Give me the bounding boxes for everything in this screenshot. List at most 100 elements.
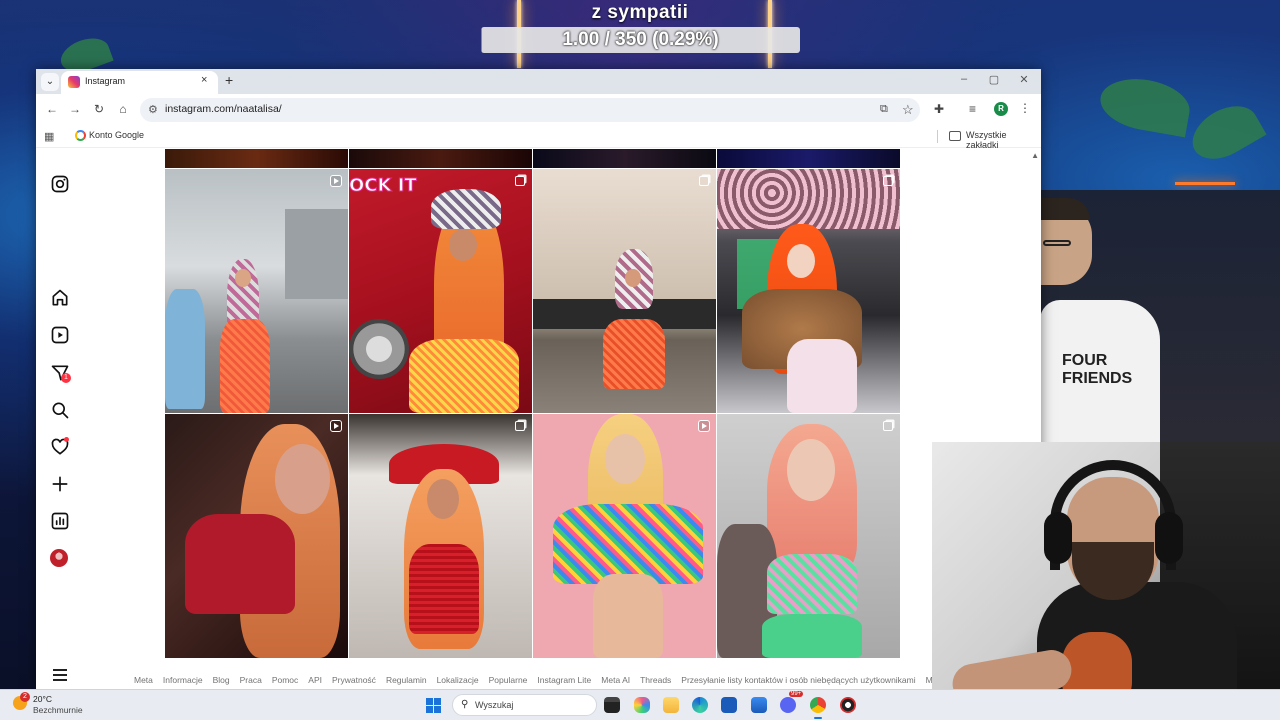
start-button[interactable] (426, 698, 441, 713)
notifications-heart-icon[interactable] (50, 437, 70, 457)
tab-close-button[interactable]: × (201, 74, 207, 86)
footer-link[interactable]: Przesyłanie listy kontaktów i osób niebę… (681, 675, 915, 687)
post-tile[interactable]: OCK IT (349, 169, 532, 413)
tab-instagram[interactable]: Instagram × (61, 71, 218, 94)
instagram-sidebar: 1 (36, 149, 86, 689)
footer-link[interactable]: Instagram Lite (537, 675, 591, 687)
post-tile[interactable] (165, 149, 348, 168)
post-tile[interactable] (533, 169, 716, 413)
browser-menu-icon[interactable]: ⋮ (1019, 101, 1031, 115)
maximize-button[interactable]: ▢ (984, 73, 1004, 86)
tab-search-button[interactable]: ⌄ (41, 73, 59, 91)
chrome-icon[interactable] (810, 697, 826, 713)
windows-taskbar: 2 20°C Bezchmurnie ⚲ Wyszukaj 99+ (0, 689, 1280, 720)
forward-arrow-icon[interactable]: → (67, 102, 83, 116)
browser-toolbar: ← → ↻ ⌂ ⚙ instagram.com/naatalisa/ ⧉ ☆ ✚… (36, 94, 1041, 126)
post-tile[interactable] (533, 414, 716, 658)
search-icon[interactable] (50, 400, 70, 420)
footer-link[interactable]: Meta (134, 675, 153, 687)
post-tile[interactable] (165, 169, 348, 413)
footer-link[interactable]: Informacje (163, 675, 203, 687)
torso (593, 574, 663, 658)
post-tile[interactable] (717, 414, 900, 658)
face (605, 434, 645, 484)
footer-link[interactable]: API (308, 675, 322, 687)
footer-link[interactable]: Regulamin (386, 675, 427, 687)
footer-link[interactable]: Blog (213, 675, 230, 687)
post-tile[interactable] (349, 414, 532, 658)
dancer-figure (165, 289, 205, 409)
create-icon[interactable] (50, 474, 70, 494)
taskbar-search-box[interactable]: ⚲ Wyszukaj (452, 694, 597, 716)
profile-avatar[interactable] (50, 549, 70, 569)
car-wheel (349, 319, 409, 379)
reload-icon[interactable]: ↻ (91, 102, 107, 116)
post-tile[interactable] (349, 149, 532, 168)
outlook-icon[interactable] (721, 697, 737, 713)
footer-link[interactable]: Threads (640, 675, 671, 687)
minimize-button[interactable]: – (954, 73, 974, 85)
footer-link[interactable]: Prywatność (332, 675, 376, 687)
footer-link[interactable]: Praca (240, 675, 262, 687)
footer-link[interactable]: Pomoc (272, 675, 298, 687)
home-icon[interactable] (50, 288, 70, 308)
webcam-overlay (932, 442, 1280, 720)
media-controls-icon[interactable]: ≡ (969, 102, 976, 116)
face (275, 444, 330, 514)
dancer-figure (220, 319, 270, 413)
back-arrow-icon[interactable]: ← (44, 102, 60, 116)
close-window-button[interactable]: ✕ (1014, 73, 1034, 86)
weather-badge: 2 (20, 692, 30, 702)
stream-goal-title: z sympatii (591, 2, 689, 23)
post-overlay-text: OCK IT (349, 175, 417, 197)
post-tile[interactable] (717, 169, 900, 413)
search-icon: ⚲ (461, 699, 469, 710)
scrollbar-up-arrow[interactable]: ▲ (1031, 151, 1039, 160)
all-bookmarks-button[interactable]: Wszystkie zakładki (966, 130, 1041, 150)
post-tile[interactable] (533, 149, 716, 168)
weather-description[interactable]: Bezchmurnie (33, 705, 83, 715)
face (625, 269, 641, 287)
task-view-icon[interactable] (604, 697, 620, 713)
footer-link[interactable]: Lokalizacje (437, 675, 479, 687)
instagram-favicon-icon (68, 76, 80, 88)
obs-icon[interactable] (840, 697, 856, 713)
profile-avatar-image (50, 549, 68, 567)
file-explorer-icon[interactable] (663, 697, 679, 713)
more-menu-icon[interactable] (53, 669, 67, 684)
messages-icon[interactable]: 1 (50, 363, 71, 383)
bookmark-star-icon[interactable]: ☆ (902, 102, 914, 118)
footer-link[interactable]: Popularne (489, 675, 528, 687)
carousel-icon (699, 176, 709, 186)
new-tab-button[interactable]: + (225, 72, 233, 88)
weather-temperature[interactable]: 20°C (33, 694, 52, 704)
messages-badge: 1 (61, 373, 71, 383)
apps-grid-icon[interactable]: ▦ (44, 130, 54, 143)
site-info-icon[interactable]: ⚙ (148, 103, 158, 116)
edge-icon[interactable] (692, 697, 708, 713)
discord-icon[interactable]: 99+ (780, 691, 804, 713)
folder-icon (949, 131, 961, 141)
microsoft-store-icon[interactable] (751, 697, 767, 713)
headset-earcup-right (1155, 512, 1183, 564)
outfit (409, 339, 519, 413)
reels-icon[interactable] (50, 325, 70, 345)
stream-goal-progress-text: 1.00 / 350 (0.29%) (562, 29, 719, 50)
footer-link[interactable]: Meta AI (601, 675, 630, 687)
copilot-icon[interactable] (634, 697, 650, 713)
post-tile[interactable] (717, 149, 900, 168)
profile-avatar[interactable]: R (994, 102, 1008, 116)
url-text[interactable]: instagram.com/naatalisa/ (165, 103, 282, 115)
install-app-icon[interactable]: ⧉ (880, 103, 888, 116)
bookmark-google-account[interactable]: Konto Google (89, 130, 144, 140)
home-browser-icon[interactable]: ⌂ (115, 102, 131, 116)
dashboard-icon[interactable] (50, 511, 70, 531)
google-icon (75, 130, 86, 141)
glasses (1043, 240, 1071, 246)
stream-goal-progress: 1.00 / 350 (0.29%) (481, 27, 800, 53)
address-bar[interactable]: ⚙ instagram.com/naatalisa/ ⧉ ☆ (140, 98, 920, 122)
bookmarks-bar: ▦ Konto Google Wszystkie zakładki (36, 126, 1041, 150)
post-tile[interactable] (165, 414, 348, 658)
instagram-logo-icon[interactable] (50, 174, 70, 194)
extensions-icon[interactable]: ✚ (934, 102, 944, 116)
